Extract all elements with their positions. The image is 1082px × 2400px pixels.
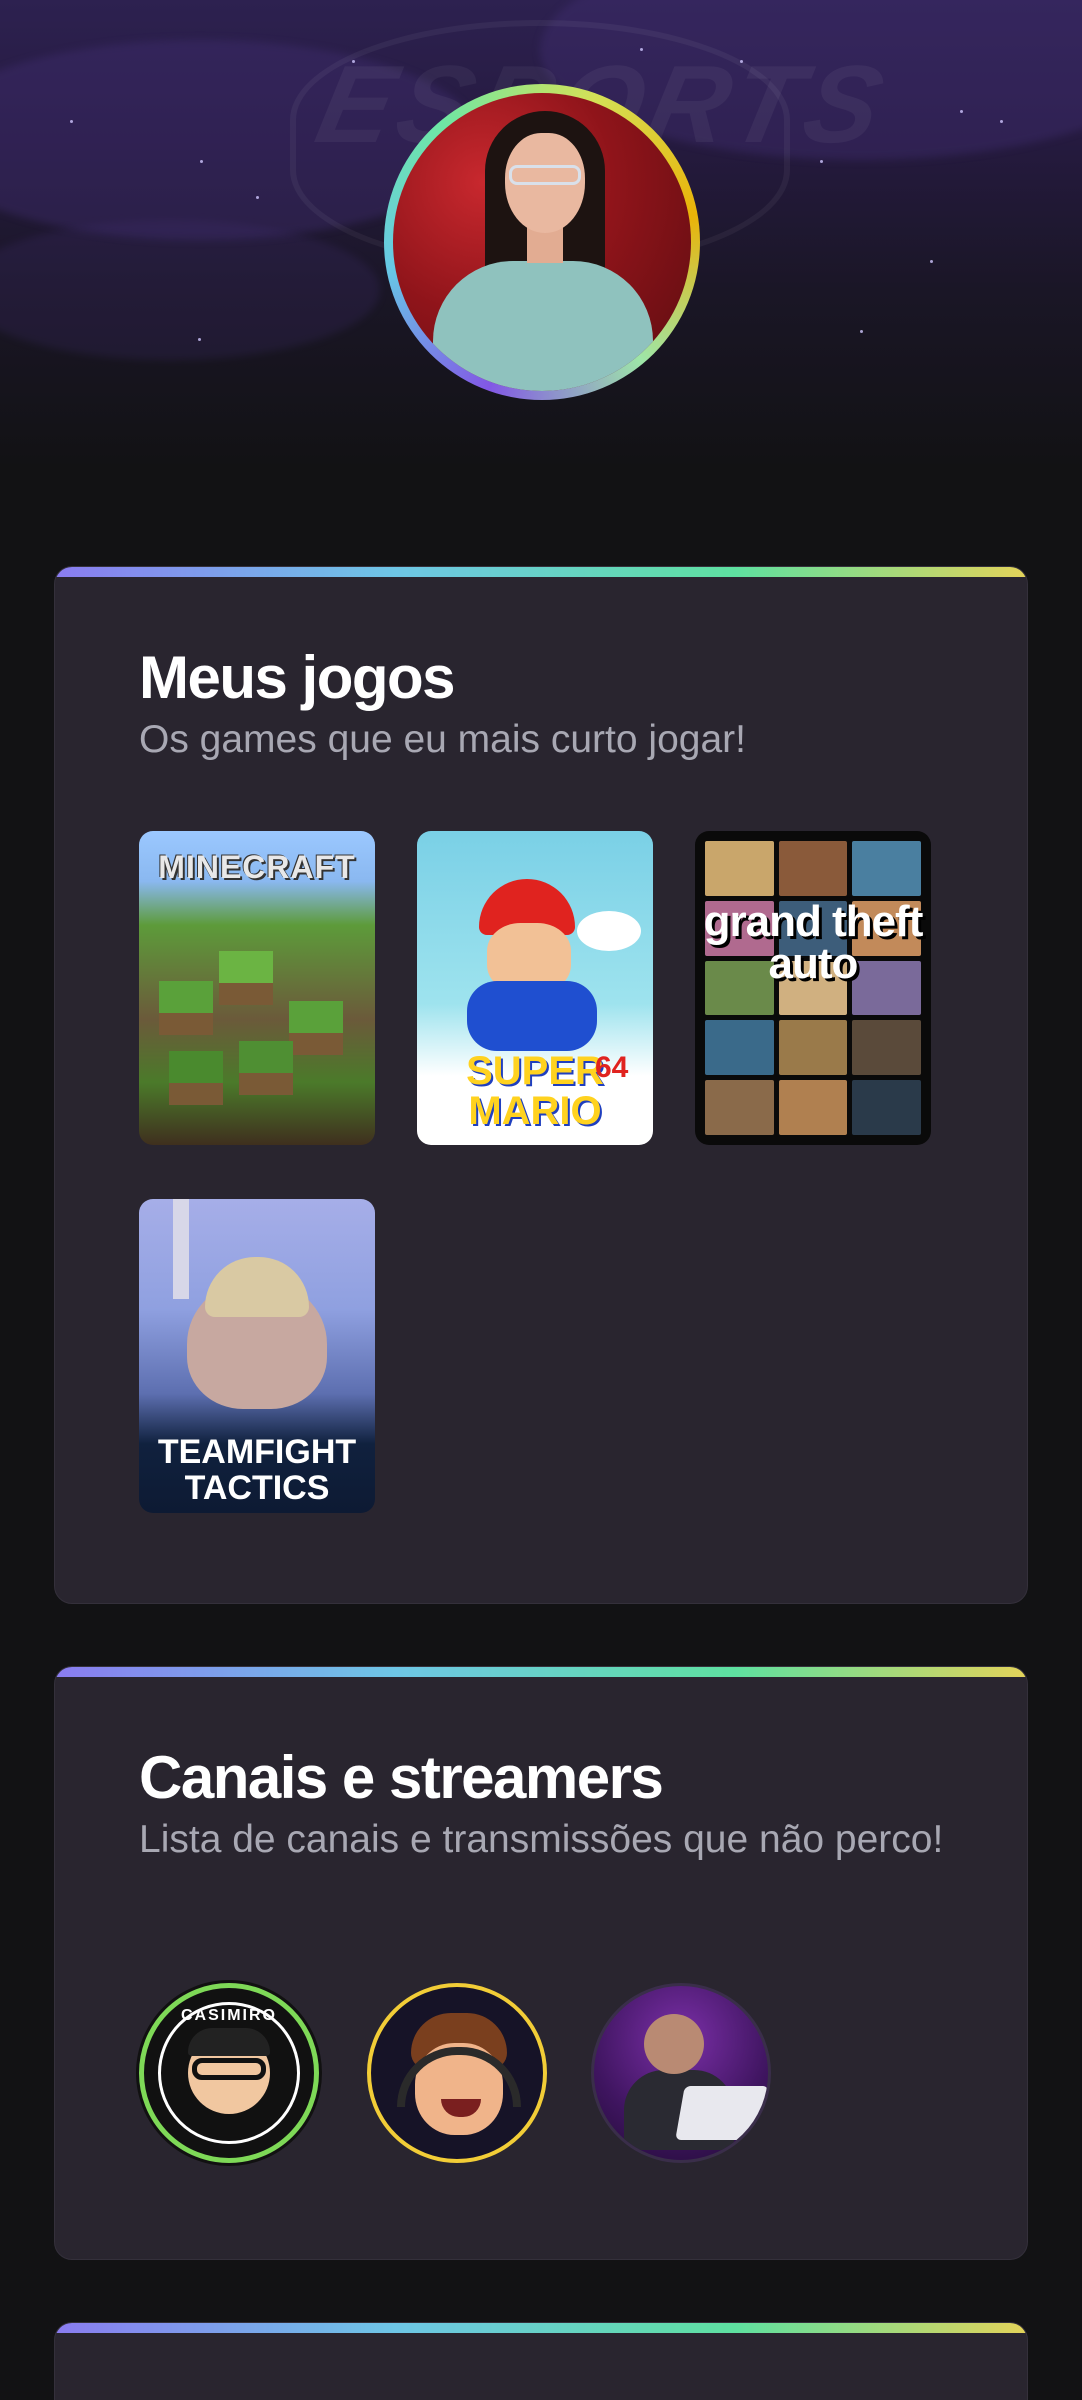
games-card: Meus jogos Os games que eu mais curto jo…: [54, 566, 1028, 1604]
page: ESPORTS Meus jogos Os games que eu mais …: [0, 0, 1082, 2400]
game-cover-super-mario-64[interactable]: SUPER MARIO 64: [417, 831, 653, 1145]
channel-avatar-casimiro[interactable]: CASIMIRO: [139, 1983, 319, 2163]
channel-avatar-2[interactable]: [367, 1983, 547, 2163]
star: [740, 60, 743, 63]
avatar-photo: [393, 93, 691, 391]
star: [820, 160, 823, 163]
casimiro-badge-text: CASIMIRO: [181, 2007, 277, 2024]
game-cover-minecraft[interactable]: MINECRAFT: [139, 831, 375, 1145]
channels-card: Canais e streamers Lista de canais e tra…: [54, 1666, 1028, 2260]
star: [352, 60, 355, 63]
star: [256, 196, 259, 199]
mario-64-badge: 64: [595, 1051, 629, 1084]
gta-logo-text: grand theft auto: [703, 897, 924, 988]
star: [640, 48, 643, 51]
star: [930, 260, 933, 263]
profile-avatar[interactable]: [384, 84, 700, 400]
profile-header: ESPORTS: [0, 0, 1082, 470]
channels-title: Canais e streamers: [139, 1744, 664, 1811]
next-card: [54, 2322, 1028, 2400]
minecraft-logo-text: MINECRAFT: [158, 849, 356, 885]
games-title: Meus jogos: [139, 644, 456, 711]
star: [860, 330, 863, 333]
bg-wave: [0, 220, 380, 360]
star: [960, 110, 963, 113]
card-accent-bar: [55, 567, 1027, 577]
tft-logo-text: TEAMFIGHT TACTICS: [157, 1433, 357, 1507]
star: [70, 120, 73, 123]
star: [1000, 120, 1003, 123]
star: [200, 160, 203, 163]
star: [198, 338, 201, 341]
channels-subtitle: Lista de canais e transmissões que não p…: [139, 1818, 944, 1861]
game-cover-teamfight-tactics[interactable]: TEAMFIGHT TACTICS: [139, 1199, 375, 1513]
card-accent-bar: [55, 2323, 1027, 2333]
games-subtitle: Os games que eu mais curto jogar!: [139, 718, 746, 761]
game-cover-gta-v[interactable]: grand theft auto: [695, 831, 931, 1145]
channel-avatar-3[interactable]: [591, 1983, 771, 2163]
card-accent-bar: [55, 1667, 1027, 1677]
